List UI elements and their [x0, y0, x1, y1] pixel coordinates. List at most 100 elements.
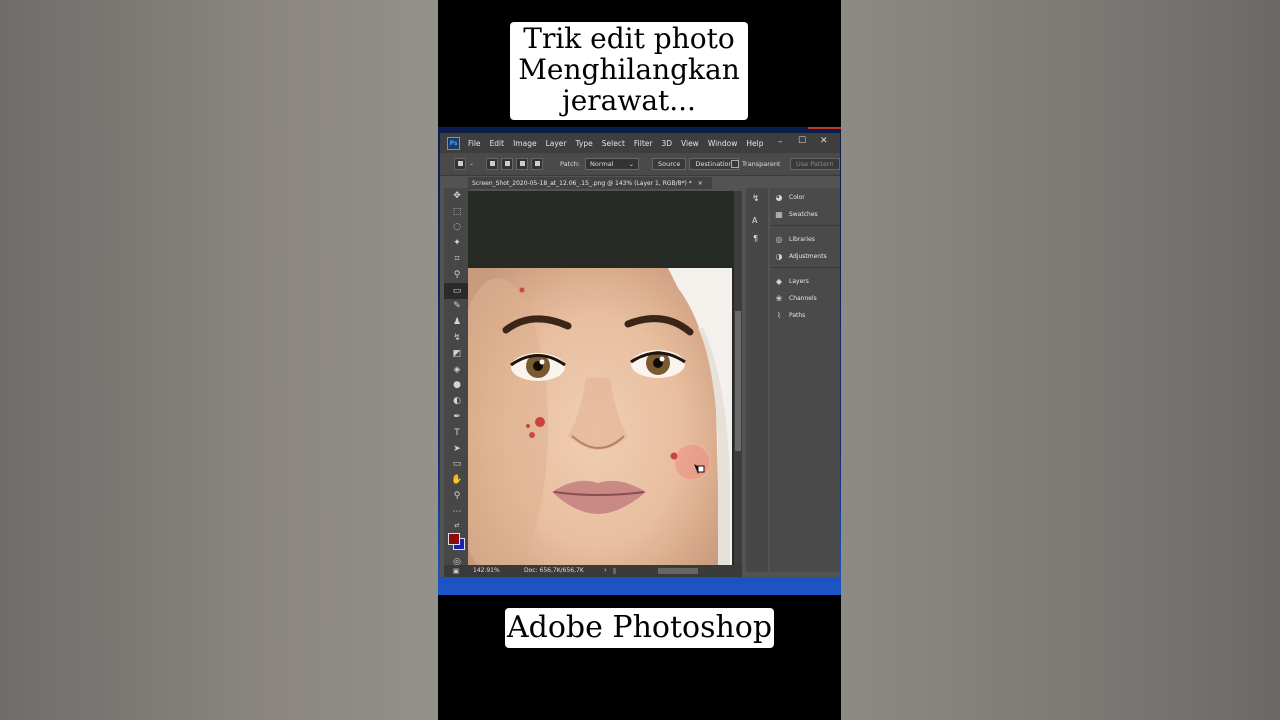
menu-window[interactable]: Window: [708, 139, 738, 148]
scrollbar-thumb[interactable]: [735, 311, 741, 451]
video-frame: Trik edit photo Menghilangkan jerawat...…: [438, 0, 841, 720]
paragraph-panel-icon[interactable]: ¶: [753, 234, 758, 243]
blurred-background-left: [0, 0, 438, 720]
source-destination-group: Source Destination: [652, 157, 739, 170]
type-tool-icon[interactable]: T: [444, 425, 470, 441]
maximize-button[interactable]: ☐: [798, 136, 806, 146]
tools-panel: ✥ ⬚ ◌ ✦ ⌗ ⚲ ▭ ✎ ♟ ↯ ◩ ◈ ● ◐ ✒ T ➤ ▭ ✋ ⚲ …: [444, 188, 470, 572]
channels-icon: ❀: [775, 293, 783, 303]
chevron-right-icon[interactable]: ›: [604, 566, 607, 574]
chevron-down-icon: ⌄: [628, 159, 635, 168]
horizontal-scrollbar-thumb[interactable]: [658, 568, 698, 574]
photoshop-window: Ps File Edit Image Layer Type Select Fil…: [440, 133, 840, 577]
tool-preset-picker[interactable]: ⌄: [454, 157, 475, 170]
panel-color[interactable]: ◕ Color: [774, 191, 805, 203]
paint-bucket-tool-icon[interactable]: ◈: [444, 362, 470, 378]
menu-select[interactable]: Select: [602, 139, 625, 148]
patch-mode-value: Normal: [590, 159, 614, 168]
panel-swatches-label: Swatches: [789, 210, 818, 218]
menu-bar: Ps File Edit Image Layer Type Select Fil…: [440, 133, 840, 153]
patch-tool-icon[interactable]: ▭: [444, 282, 470, 299]
panel-divider: [770, 225, 840, 226]
panel-paths-label: Paths: [789, 311, 806, 319]
panel-icon-strip: ↯ A ¶: [746, 188, 768, 572]
panel-adjustments-label: Adjustments: [789, 252, 827, 260]
history-brush-tool-icon[interactable]: ↯: [444, 330, 470, 346]
close-button[interactable]: ✕: [820, 136, 828, 146]
menu-image[interactable]: Image: [513, 139, 537, 148]
document-tab-title: Screen_Shot_2020-05-18_at_12.06_.15_.png…: [472, 179, 692, 187]
panel-libraries[interactable]: ◎ Libraries: [774, 233, 815, 245]
pen-tool-icon[interactable]: ✒: [444, 409, 470, 425]
marquee-tool-icon[interactable]: ⬚: [444, 204, 470, 220]
menu-layer[interactable]: Layer: [546, 139, 567, 148]
chevron-down-icon: ⌄: [469, 160, 475, 167]
status-bar: 142.91% Doc: 656,7K/656,7K ›: [468, 565, 742, 577]
selection-mode-group: [486, 157, 546, 170]
eyedropper-tool-icon[interactable]: ⚲: [444, 267, 470, 283]
brush-tool-icon[interactable]: ✎: [444, 299, 470, 315]
patch-tool-preset-icon: [454, 157, 466, 170]
eraser-tool-icon[interactable]: ◩: [444, 346, 470, 362]
panel-adjustments[interactable]: ◑ Adjustments: [774, 250, 827, 262]
menu-view[interactable]: View: [681, 139, 699, 148]
more-tools-icon[interactable]: ⋯: [444, 504, 470, 520]
panel-layers-label: Layers: [789, 277, 809, 285]
panel-color-label: Color: [789, 193, 805, 201]
panel-dock: ◕ Color ▦ Swatches ◎ Libraries ◑ Adjustm…: [770, 188, 840, 572]
panel-libraries-label: Libraries: [789, 235, 815, 243]
magic-wand-tool-icon[interactable]: ✦: [444, 235, 470, 251]
menu-edit[interactable]: Edit: [490, 139, 505, 148]
use-pattern-button[interactable]: Use Pattern: [790, 157, 840, 170]
caption-line-2: Menghilangkan: [518, 52, 740, 86]
panel-swatches[interactable]: ▦ Swatches: [774, 208, 818, 220]
menu-file[interactable]: File: [468, 139, 481, 148]
hand-tool-icon[interactable]: ✋: [444, 472, 470, 488]
panel-divider: [770, 267, 840, 268]
clone-stamp-tool-icon[interactable]: ♟: [444, 314, 470, 330]
rectangle-tool-icon[interactable]: ▭: [444, 457, 470, 473]
intersect-selection-icon[interactable]: [531, 157, 543, 170]
subtract-selection-icon[interactable]: [516, 157, 528, 170]
color-icon: ◕: [775, 192, 783, 202]
character-panel-icon[interactable]: A: [752, 216, 757, 225]
screen-mode-icon[interactable]: ▣: [444, 565, 468, 577]
move-tool-icon[interactable]: ✥: [444, 188, 470, 204]
add-selection-icon[interactable]: [501, 157, 513, 170]
patch-label: Patch:: [560, 159, 581, 168]
history-panel-icon[interactable]: ↯: [752, 194, 760, 204]
path-selection-tool-icon[interactable]: ➤: [444, 441, 470, 457]
menu-type[interactable]: Type: [576, 139, 593, 148]
patch-mode-select[interactable]: Normal ⌄: [585, 157, 640, 170]
blur-tool-icon[interactable]: ●: [444, 378, 470, 394]
scroll-left-arrow[interactable]: [613, 568, 616, 574]
canvas-vertical-scrollbar[interactable]: [734, 191, 742, 565]
lasso-tool-icon[interactable]: ◌: [444, 220, 470, 236]
minimize-button[interactable]: –: [778, 137, 783, 147]
document-tab[interactable]: Screen_Shot_2020-05-18_at_12.06_.15_.png…: [468, 177, 712, 189]
transparent-checkbox[interactable]: [731, 159, 739, 168]
swap-colors-icon[interactable]: ⇄: [444, 520, 470, 532]
new-selection-icon[interactable]: [486, 157, 498, 170]
paths-icon: ⌇: [777, 310, 781, 320]
menu-filter[interactable]: Filter: [634, 139, 653, 148]
swatches-icon: ▦: [775, 209, 783, 219]
caption-bottom: Adobe Photoshop: [505, 608, 774, 648]
panel-paths[interactable]: ⌇ Paths: [774, 309, 805, 321]
zoom-level[interactable]: 142.91%: [473, 567, 500, 574]
options-bar: ⌄ Patch: Normal ⌄ Source Destination Tra…: [440, 153, 840, 176]
document-canvas[interactable]: [468, 191, 734, 565]
dodge-tool-icon[interactable]: ◐: [444, 393, 470, 409]
foreground-color-swatch[interactable]: [448, 532, 460, 545]
source-button[interactable]: Source: [652, 157, 687, 170]
libraries-icon: ◎: [775, 234, 783, 244]
caption-line-3: jerawat...: [554, 85, 704, 117]
panel-channels[interactable]: ❀ Channels: [774, 292, 817, 304]
menu-3d[interactable]: 3D: [661, 139, 672, 148]
close-tab-icon[interactable]: ×: [698, 180, 703, 187]
panel-layers[interactable]: ◆ Layers: [774, 275, 809, 287]
crop-tool-icon[interactable]: ⌗: [444, 251, 470, 267]
panel-channels-label: Channels: [789, 294, 817, 302]
zoom-tool-icon[interactable]: ⚲: [444, 488, 470, 504]
menu-help[interactable]: Help: [746, 139, 763, 148]
